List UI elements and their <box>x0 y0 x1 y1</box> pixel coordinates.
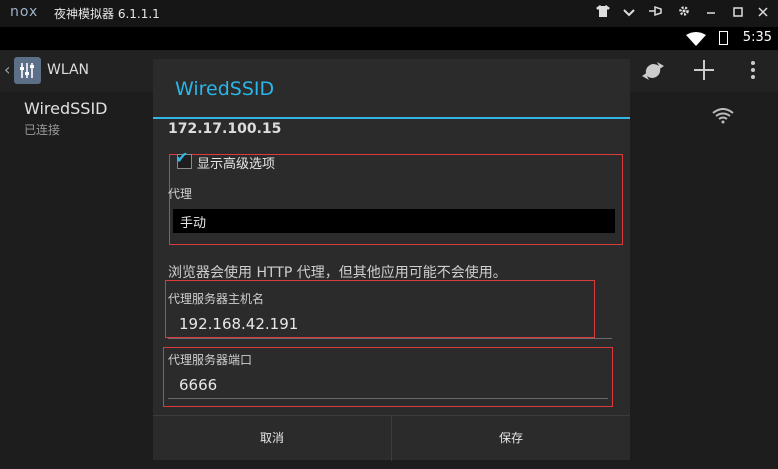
network-status: 已连接 <box>24 123 61 137</box>
emulator-title-bar: nox 夜神模拟器 6.1.1.1 <box>0 0 778 27</box>
dialog-title: WiredSSID <box>175 78 275 100</box>
host-underline <box>168 338 612 339</box>
shirt-icon[interactable] <box>592 4 614 22</box>
header-divider <box>153 117 630 119</box>
port-label: 代理服务器端口 <box>168 353 253 367</box>
settings-app-icon[interactable] <box>14 57 41 84</box>
gear-icon[interactable] <box>673 4 695 22</box>
proxy-port-input[interactable]: 6666 <box>179 376 217 394</box>
proxy-select[interactable]: 手动 <box>173 209 615 233</box>
dialog-button-bar: 取消 保存 <box>153 415 630 461</box>
action-bar-title: WLAN <box>47 62 90 78</box>
nox-logo: nox <box>10 4 39 20</box>
chevron-down-icon[interactable] <box>618 4 640 22</box>
android-status-bar: 5:35 <box>0 27 778 50</box>
wifi-strength-icon <box>712 108 734 128</box>
advanced-options-label: 显示高级选项 <box>197 157 276 172</box>
maximize-icon[interactable] <box>727 4 749 22</box>
network-ssid: WiredSSID <box>24 99 108 118</box>
save-button[interactable]: 保存 <box>392 416 630 461</box>
proxy-value: 手动 <box>180 216 207 231</box>
overflow-menu-icon[interactable] <box>749 58 757 88</box>
minimize-icon[interactable] <box>700 4 722 22</box>
wifi-signal-icon <box>686 31 706 50</box>
ip-address: 172.17.100.15 <box>168 121 282 137</box>
proxy-note: 浏览器会使用 HTTP 代理，但其他应用可能不会使用。 <box>168 265 507 281</box>
refresh-icon[interactable] <box>640 58 666 90</box>
add-network-icon[interactable] <box>692 58 716 88</box>
host-label: 代理服务器主机名 <box>168 292 265 306</box>
wifi-config-dialog: WiredSSID 172.17.100.15 ✔ 显示高级选项 代理 手动 浏… <box>153 59 630 461</box>
port-underline <box>168 398 608 399</box>
status-time: 5:35 <box>742 30 772 45</box>
dialog-header: WiredSSID <box>153 59 630 119</box>
window-title: 夜神模拟器 6.1.1.1 <box>54 7 160 21</box>
checkmark-icon: ✔ <box>175 148 189 167</box>
battery-icon <box>719 31 728 45</box>
proxy-label: 代理 <box>168 187 193 201</box>
close-icon[interactable] <box>752 4 774 22</box>
pin-icon[interactable] <box>645 4 667 22</box>
cancel-button[interactable]: 取消 <box>153 416 391 461</box>
back-chevron-icon[interactable]: ‹ <box>4 60 10 79</box>
proxy-host-input[interactable]: 192.168.42.191 <box>179 315 298 333</box>
